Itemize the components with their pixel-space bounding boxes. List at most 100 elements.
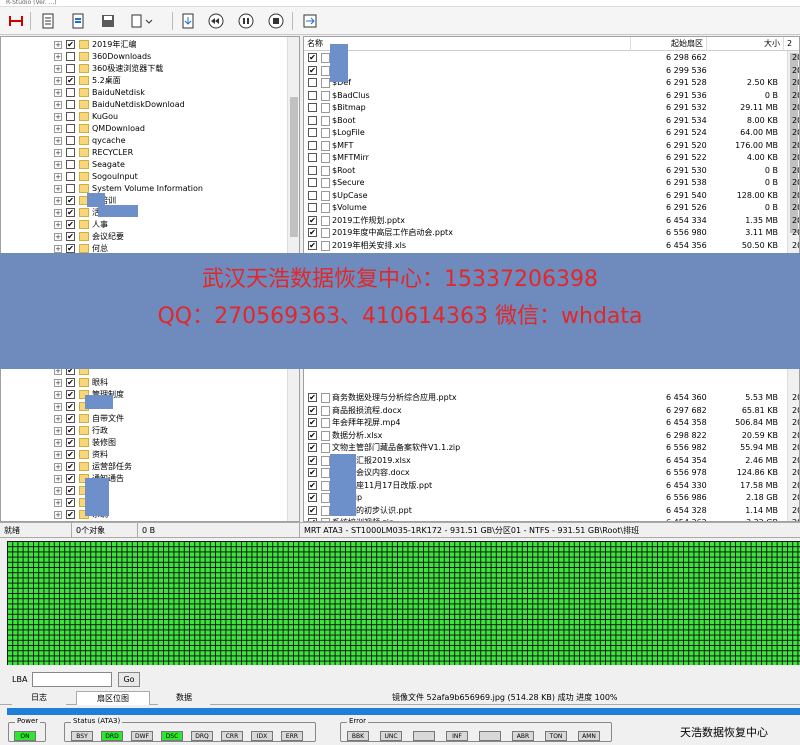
expand-icon[interactable]: + (54, 77, 62, 85)
file-row[interactable]: $Root 6 291 530 0 B 20 (304, 165, 799, 178)
document-icon[interactable] (38, 11, 58, 31)
tree-item[interactable]: +✔通知通告 (1, 473, 289, 485)
expand-icon[interactable]: + (54, 379, 62, 387)
expand-icon[interactable]: + (54, 113, 62, 121)
tree-item[interactable]: + QMDownload (1, 123, 289, 135)
expand-icon[interactable]: + (54, 439, 62, 447)
tree-checkbox[interactable]: ✔ (66, 510, 75, 519)
file-checkbox[interactable]: ✔ (308, 215, 317, 225)
view-dropdown-icon[interactable] (128, 11, 156, 31)
tree-item[interactable]: + ✔ 5.2桌面 (1, 75, 289, 87)
stop-icon[interactable] (266, 11, 286, 31)
file-checkbox[interactable]: ✔ (308, 455, 317, 465)
expand-icon[interactable]: + (54, 451, 62, 459)
tree-item[interactable]: + ✔ 会议纪要 (1, 231, 289, 243)
file-row[interactable]: ✔ 数据分析.xlsx 6 298 822 20.59 KB 20 (304, 430, 799, 443)
expand-icon[interactable]: + (54, 475, 62, 483)
tree-checkbox[interactable] (66, 112, 75, 121)
tree-item[interactable]: + SogouInput (1, 171, 289, 183)
tree-item[interactable]: + ✔ 眼科 (1, 377, 289, 389)
tree-checkbox[interactable]: ✔ (66, 462, 75, 471)
tree-item[interactable]: + System Volume Information (1, 183, 289, 195)
tree-checkbox[interactable]: ✔ (66, 196, 75, 205)
tree-checkbox[interactable] (66, 184, 75, 193)
tree-item[interactable]: + ✔ 2019年汇编 (1, 39, 289, 51)
expand-icon[interactable]: + (54, 463, 62, 471)
tree-checkbox[interactable]: ✔ (66, 232, 75, 241)
file-checkbox[interactable]: ✔ (308, 240, 317, 250)
file-checkbox[interactable] (308, 90, 317, 100)
expand-icon[interactable]: + (54, 245, 62, 253)
expand-icon[interactable]: + (54, 415, 62, 423)
tree-checkbox[interactable]: ✔ (66, 244, 75, 253)
tree-item[interactable]: + ✔ 行政 (1, 425, 289, 437)
tree-checkbox[interactable] (66, 160, 75, 169)
file-row[interactable]: ✔ 2019年度中高层工作启动会.pptx 6 556 980 3.11 MB 20 (304, 227, 799, 240)
expand-icon[interactable]: + (54, 53, 62, 61)
file-row[interactable]: $BadClus 6 291 536 0 B 20 (304, 90, 799, 103)
scan-document-icon[interactable] (68, 11, 88, 31)
recover-icon[interactable] (178, 11, 198, 31)
tree-checkbox[interactable]: ✔ (66, 40, 75, 49)
tree-item[interactable]: + Seagate (1, 159, 289, 171)
tree-item[interactable]: +360极速浏览器下载 (1, 63, 289, 75)
expand-icon[interactable]: + (54, 161, 62, 169)
tree-item[interactable]: + ✔ 人事 (1, 219, 289, 231)
tree-item[interactable]: +✔系统 (1, 509, 289, 521)
tree-item[interactable]: +✔管理制度 (1, 389, 289, 401)
tree-item[interactable]: + BaiduNetdiskDownload (1, 99, 289, 111)
tab-log[interactable]: 日志 (12, 691, 66, 705)
tree-checkbox[interactable] (66, 52, 75, 61)
expand-icon[interactable]: + (54, 197, 62, 205)
file-row[interactable]: ✔ 商品报损流程.docx 6 297 682 65.81 KB 20 (304, 405, 799, 418)
tree-checkbox[interactable]: ✔ (66, 220, 75, 229)
file-checkbox[interactable] (308, 103, 317, 112)
tree-checkbox[interactable] (66, 64, 75, 73)
tree-item[interactable]: + ✔ 资料 (1, 449, 289, 461)
tree-checkbox[interactable]: ✔ (66, 402, 75, 411)
tree-checkbox[interactable]: ✔ (66, 390, 75, 399)
save-icon[interactable] (98, 11, 118, 31)
tree-item[interactable]: + qycache (1, 135, 289, 147)
file-checkbox[interactable] (308, 140, 317, 150)
file-checkbox[interactable]: ✔ (308, 405, 317, 415)
col-name[interactable]: 名称 (304, 37, 631, 51)
col-date[interactable]: 2 (784, 37, 799, 51)
file-row[interactable]: ✔早中会会议内容.docx6 556 978124.86 KB20 (304, 467, 799, 480)
file-row[interactable]: ✔塑形镜的初步认识.ppt6 454 3281.14 MB20 (304, 505, 799, 518)
file-row[interactable]: ✔ 2019年相关安排.xls 6 454 356 50.50 KB 20 (304, 240, 799, 253)
expand-icon[interactable]: + (54, 41, 62, 49)
file-row[interactable]: ✔日数据汇报2019.xlsx6 454 3542.46 MB20 (304, 455, 799, 468)
file-checkbox[interactable]: ✔ (308, 65, 317, 75)
file-row[interactable]: $MFTMirr 6 291 522 4.00 KB 20 (304, 152, 799, 165)
tree-checkbox[interactable]: ✔ (66, 414, 75, 423)
file-row[interactable]: ✔系统6 299 53620 (304, 65, 799, 78)
expand-icon[interactable]: + (54, 65, 62, 73)
expand-icon[interactable]: + (54, 209, 62, 217)
file-checkbox[interactable]: ✔ (308, 468, 317, 477)
expand-icon[interactable]: + (54, 89, 62, 97)
tree-checkbox[interactable]: ✔ (66, 486, 75, 495)
file-checkbox[interactable] (308, 203, 317, 212)
file-checkbox[interactable]: ✔ (308, 53, 317, 62)
file-row[interactable]: ✔ 文物主管部门藏品备案软件V1.1.zip 6 556 982 55.94 MB 20 (304, 442, 799, 455)
tree-item[interactable]: + ✔ 运营部任务 (1, 461, 289, 473)
go-button[interactable]: Go (118, 672, 140, 687)
expand-icon[interactable]: + (54, 233, 62, 241)
expand-icon[interactable]: + (54, 499, 62, 507)
file-checkbox[interactable]: ✔ (308, 505, 317, 515)
tree-item[interactable]: + KuGou (1, 111, 289, 123)
expand-icon[interactable]: + (54, 173, 62, 181)
export-icon[interactable] (300, 11, 320, 31)
file-checkbox[interactable] (308, 190, 317, 200)
drive-info-icon[interactable] (6, 11, 26, 31)
col-start-sector[interactable]: 起始扇区 (631, 37, 707, 51)
tree-checkbox[interactable]: ✔ (66, 498, 75, 507)
expand-icon[interactable]: + (54, 137, 62, 145)
tree-item[interactable]: +360Downloads (1, 51, 289, 63)
expand-icon[interactable]: + (54, 149, 62, 157)
tree-checkbox[interactable]: ✔ (66, 450, 75, 459)
skip-back-icon[interactable] (206, 11, 226, 31)
file-checkbox[interactable]: ✔ (308, 443, 317, 452)
expand-icon[interactable]: + (54, 101, 62, 109)
